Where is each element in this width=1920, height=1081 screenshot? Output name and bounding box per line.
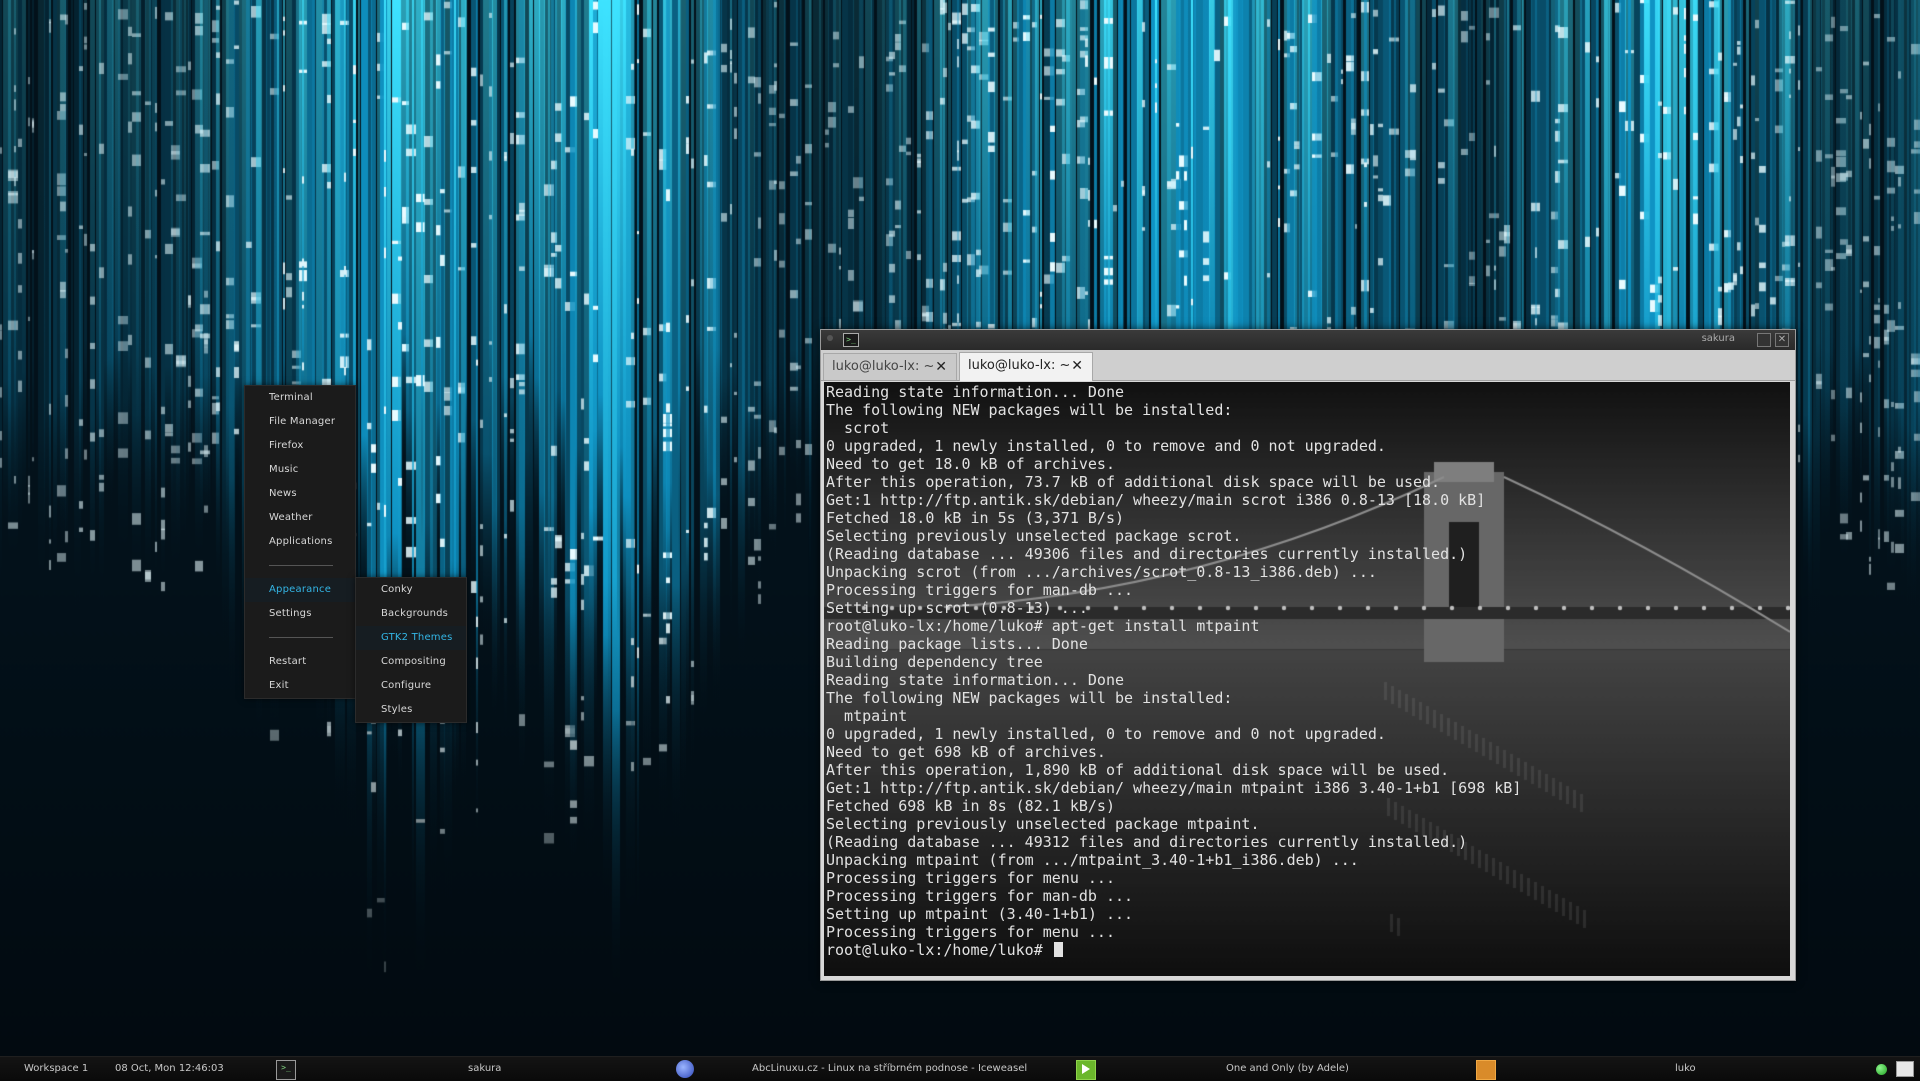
menu-item-weather[interactable]: Weather (245, 506, 355, 530)
terminal-line: Unpacking scrot (from .../archives/scrot… (826, 563, 1377, 581)
tab-bar: luko@luko-lx: ~ ✕ luko@luko-lx: ~ ✕ (821, 350, 1795, 381)
terminal-line: Processing triggers for man-db ... (826, 581, 1134, 599)
submenu-item-conky[interactable]: Conky (356, 578, 466, 602)
terminal-line: Need to get 698 kB of archives. (826, 743, 1106, 761)
menu-item-applications[interactable]: Applications (245, 530, 355, 554)
terminal-line: Selecting previously unselected package … (826, 527, 1242, 545)
tab-label: luko@luko-lx: ~ (968, 358, 1071, 373)
terminal-line: Selecting previously unselected package … (826, 815, 1260, 833)
text-cursor (1053, 942, 1063, 957)
terminal-line: (Reading database ... 49312 files and di… (826, 833, 1468, 851)
window-list-icon[interactable] (1896, 1061, 1914, 1077)
terminal-line: Setting up mtpaint (3.40-1+b1) ... (826, 905, 1134, 923)
terminal-prompt: root@luko-lx:/home/luko# (826, 941, 1052, 959)
terminal-text: Reading state information... Done The fol… (826, 383, 1521, 959)
terminal-line: mtpaint (826, 707, 908, 725)
media-player-icon[interactable] (1076, 1060, 1096, 1080)
terminal-line: 0 upgraded, 1 newly installed, 0 to remo… (826, 437, 1386, 455)
tab-label: luko@luko-lx: ~ (832, 359, 935, 374)
task-file-manager[interactable]: luko (1675, 1063, 1696, 1074)
close-tab-icon[interactable]: ✕ (935, 354, 947, 380)
terminal-line: Processing triggers for menu ... (826, 869, 1115, 887)
task-media-player[interactable]: One and Only (by Adele) (1226, 1063, 1349, 1074)
maximize-button[interactable] (1757, 333, 1771, 347)
terminal-line: Need to get 18.0 kB of archives. (826, 455, 1115, 473)
terminal-line: Get:1 http://ftp.antik.sk/debian/ wheezy… (826, 491, 1486, 509)
menu-item-restart[interactable]: Restart (245, 650, 355, 674)
terminal-line: The following NEW packages will be insta… (826, 401, 1233, 419)
terminal-line: Building dependency tree (826, 653, 1043, 671)
terminal-line: Processing triggers for menu ... (826, 923, 1115, 941)
clock: 08 Oct, Mon 12:46:03 (115, 1063, 224, 1074)
terminal-line: Processing triggers for man-db ... (826, 887, 1134, 905)
terminal-icon: >_ (843, 333, 859, 347)
terminal-window: >_ sakura ✕ luko@luko-lx: ~ ✕ luko@luko-… (820, 329, 1796, 981)
menu-item-news[interactable]: News (245, 482, 355, 506)
terminal-line: Reading state information... Done (826, 383, 1125, 401)
menu-item-settings[interactable]: Settings (245, 602, 355, 626)
terminal-line: (Reading database ... 49306 files and di… (826, 545, 1468, 563)
close-button[interactable]: ✕ (1775, 333, 1789, 347)
task-sakura[interactable]: sakura (468, 1063, 501, 1074)
workspace-indicator[interactable]: Workspace 1 (24, 1063, 88, 1074)
browser-icon[interactable] (676, 1060, 694, 1078)
terminal-icon[interactable]: >_ (276, 1060, 296, 1080)
terminal-prompt-line: root@luko-lx:/home/luko# (826, 941, 1521, 959)
appearance-submenu: Conky Backgrounds GTK2 Themes Compositin… (355, 577, 467, 723)
task-iceweasel[interactable]: AbcLinuxu.cz - Linux na stříbrném podnos… (752, 1063, 1027, 1074)
terminal-line: After this operation, 1,890 kB of additi… (826, 761, 1450, 779)
terminal-line: 0 upgraded, 1 newly installed, 0 to remo… (826, 725, 1386, 743)
terminal-output[interactable]: Reading state information... Done The fol… (824, 382, 1790, 976)
menu-item-appearance[interactable]: Appearance (245, 578, 355, 602)
menu-separator (245, 626, 355, 650)
terminal-line: Unpacking mtpaint (from .../mtpaint_3.40… (826, 851, 1359, 869)
submenu-item-configure[interactable]: Configure (356, 674, 466, 698)
terminal-line: Reading package lists... Done (826, 635, 1088, 653)
network-status-icon[interactable] (1876, 1064, 1887, 1075)
terminal-tab[interactable]: luko@luko-lx: ~ ✕ (823, 353, 957, 380)
close-tab-icon[interactable]: ✕ (1071, 353, 1083, 379)
menu-item-exit[interactable]: Exit (245, 674, 355, 698)
terminal-line: Fetched 18.0 kB in 5s (3,371 B/s) (826, 509, 1125, 527)
terminal-line: Reading state information... Done (826, 671, 1125, 689)
terminal-line: Fetched 698 kB in 8s (82.1 kB/s) (826, 797, 1115, 815)
menu-item-music[interactable]: Music (245, 458, 355, 482)
root-menu: Terminal File Manager Firefox Music News… (244, 385, 356, 699)
submenu-item-styles[interactable]: Styles (356, 698, 466, 722)
terminal-tab-active[interactable]: luko@luko-lx: ~ ✕ (959, 352, 1093, 381)
submenu-item-gtk2-themes[interactable]: GTK2 Themes (356, 626, 466, 650)
submenu-item-compositing[interactable]: Compositing (356, 650, 466, 674)
terminal-line: scrot (826, 419, 890, 437)
menu-item-terminal[interactable]: Terminal (245, 386, 355, 410)
window-titlebar[interactable]: >_ sakura ✕ (821, 330, 1795, 350)
menu-separator (245, 554, 355, 578)
taskbar: Workspace 1 08 Oct, Mon 12:46:03 >_ saku… (0, 1056, 1920, 1081)
terminal-line: After this operation, 73.7 kB of additio… (826, 473, 1441, 491)
terminal-line: Get:1 http://ftp.antik.sk/debian/ wheezy… (826, 779, 1522, 797)
file-manager-icon[interactable] (1476, 1060, 1496, 1080)
terminal-line: root@luko-lx:/home/luko# apt-get install… (826, 617, 1260, 635)
terminal-line: Setting up scrot (0.8-13) ... (826, 599, 1088, 617)
terminal-line: The following NEW packages will be insta… (826, 689, 1233, 707)
menu-item-file-manager[interactable]: File Manager (245, 410, 355, 434)
window-title: sakura (1701, 333, 1735, 344)
menu-item-firefox[interactable]: Firefox (245, 434, 355, 458)
window-menu-icon[interactable] (827, 335, 833, 341)
submenu-item-backgrounds[interactable]: Backgrounds (356, 602, 466, 626)
